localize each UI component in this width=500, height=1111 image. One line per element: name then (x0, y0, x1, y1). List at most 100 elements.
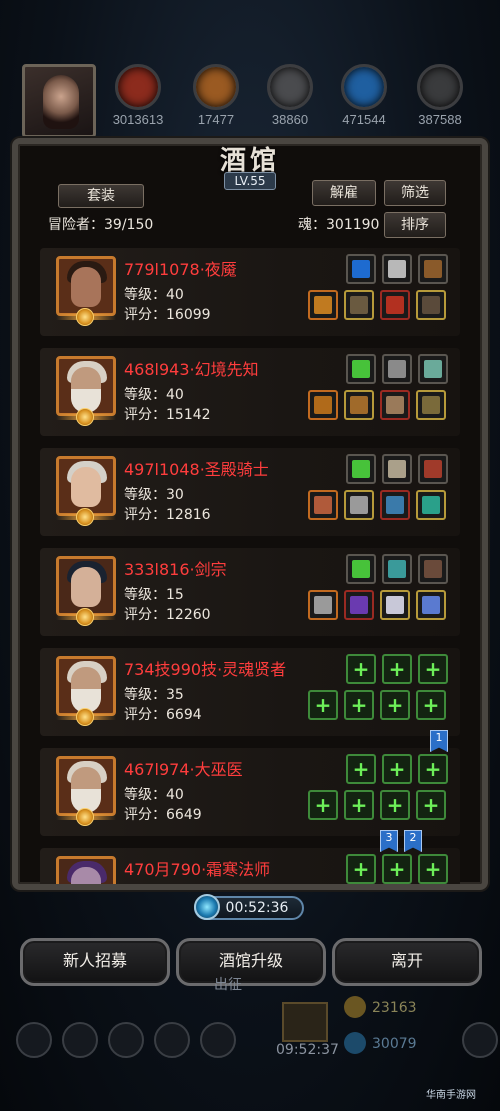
equip-slot[interactable] (380, 390, 410, 420)
empty-equip-slot[interactable]: + (382, 654, 412, 684)
equip-slot[interactable] (416, 290, 446, 320)
hero-row[interactable]: 497l1048·圣殿骑士 等级：30 评分：12816 (40, 448, 460, 536)
hero-portrait[interactable] (56, 456, 116, 516)
empty-equip-slot[interactable]: + (346, 854, 376, 884)
hero-portrait[interactable] (56, 656, 116, 716)
soul-count: 魂：301190 (298, 217, 380, 233)
equip-slot[interactable] (346, 554, 376, 584)
equip-slot[interactable] (382, 554, 412, 584)
equip-slot[interactable] (344, 490, 374, 520)
empty-equip-slot[interactable]: + (346, 654, 376, 684)
rank-gear-icon (76, 508, 94, 526)
hero-portrait[interactable] (56, 756, 116, 816)
equip-slot[interactable] (344, 590, 374, 620)
dismiss-button[interactable]: 解雇 (312, 180, 376, 206)
equip-item-icon (350, 396, 368, 414)
recruit-button[interactable]: 新人招募 (20, 938, 170, 986)
equip-item-icon (314, 396, 332, 414)
empty-equip-slot[interactable]: + (346, 754, 376, 784)
equip-slot[interactable] (308, 490, 338, 520)
equip-slot[interactable] (308, 390, 338, 420)
equip-slot[interactable] (308, 590, 338, 620)
equip-item-icon (350, 296, 368, 314)
equip-slot[interactable] (344, 390, 374, 420)
empty-equip-slot[interactable]: + (308, 790, 338, 820)
equip-slot[interactable] (380, 590, 410, 620)
hero-portrait[interactable] (56, 856, 116, 884)
equip-slot[interactable] (418, 454, 448, 484)
player-avatar[interactable] (22, 64, 96, 138)
empty-equip-slot[interactable]: + (344, 790, 374, 820)
hero-row[interactable]: 467l974·大巫医 等级：40 评分：6649 + + + + + + + (40, 748, 460, 836)
hero-name: 497l1048·圣殿骑士 (124, 460, 269, 479)
resource-1[interactable]: 3013613 (108, 64, 168, 130)
hero-score: 评分：16099 (124, 307, 211, 323)
resource-3[interactable]: 38860 (260, 64, 320, 130)
empty-equip-slot[interactable]: + (416, 690, 446, 720)
empty-equip-slot[interactable]: + (418, 754, 448, 784)
outfit-button[interactable]: 套装 (58, 184, 144, 208)
equip-slot[interactable] (382, 454, 412, 484)
plus-icon: + (424, 857, 442, 881)
hero-list[interactable]: 779l1078·夜魇 等级：40 评分：16099 468l943·幻境先知 等级：4… (40, 248, 460, 884)
hero-name: 333l816·剑宗 (124, 560, 227, 579)
equip-slot[interactable] (416, 590, 446, 620)
resource-5[interactable]: 387588 (410, 64, 470, 130)
hero-row[interactable]: 468l943·幻境先知 等级：40 评分：15142 (40, 348, 460, 436)
equip-slot[interactable] (418, 354, 448, 384)
empty-equip-slot[interactable]: + (418, 854, 448, 884)
player-face (43, 75, 79, 129)
hero-portrait[interactable] (56, 556, 116, 616)
equip-slot[interactable] (382, 354, 412, 384)
equip-slot[interactable] (416, 490, 446, 520)
resource-2[interactable]: 17477 (186, 64, 246, 130)
hero-row[interactable]: 333l816·剑宗 等级：15 评分：12260 (40, 548, 460, 636)
hero-name: 779l1078·夜魇 (124, 260, 237, 279)
sort-button[interactable]: 排序 (384, 212, 446, 238)
resource-4[interactable]: 471544 (334, 64, 394, 130)
resource-value: 3013613 (112, 112, 164, 127)
equip-slot[interactable] (346, 254, 376, 284)
leave-button[interactable]: 离开 (332, 938, 482, 986)
equip-slot[interactable] (308, 290, 338, 320)
equip-slot[interactable] (418, 254, 448, 284)
empty-equip-slot[interactable]: + (418, 654, 448, 684)
upgrade-tavern-button[interactable]: 酒馆升级 (176, 938, 326, 986)
empty-equip-slot[interactable]: + (416, 790, 446, 820)
equip-item-icon (386, 596, 404, 614)
equip-slot[interactable] (418, 554, 448, 584)
hero-portrait[interactable] (56, 256, 116, 316)
equip-slot[interactable] (382, 254, 412, 284)
empty-equip-slot[interactable]: + (380, 690, 410, 720)
equip-slot[interactable] (380, 490, 410, 520)
equip-item-icon (424, 460, 442, 478)
empty-equip-slot[interactable]: + (344, 690, 374, 720)
equip-slot[interactable] (416, 390, 446, 420)
equip-slot[interactable] (346, 354, 376, 384)
hero-row[interactable]: 470月790·霜寒法师 + + + (40, 848, 460, 884)
equip-item-icon (352, 560, 370, 578)
rank-gear-icon (76, 408, 94, 426)
equip-item-icon (424, 260, 442, 278)
equip-slot[interactable] (380, 290, 410, 320)
equip-item-icon (386, 496, 404, 514)
equip-item-icon (388, 460, 406, 478)
plus-icon: + (388, 757, 406, 781)
menu-round-icon (154, 1022, 190, 1058)
equip-item-icon (386, 296, 404, 314)
equip-slot[interactable] (344, 290, 374, 320)
equip-item-icon (386, 396, 404, 414)
empty-equip-slot[interactable]: + (382, 854, 412, 884)
hero-row[interactable]: 779l1078·夜魇 等级：40 评分：16099 (40, 248, 460, 336)
empty-equip-slot[interactable]: + (382, 754, 412, 784)
hero-level: 等级：40 (124, 787, 184, 803)
empty-equip-slot[interactable]: + (308, 690, 338, 720)
menu-round-icon (200, 1022, 236, 1058)
red-orb-icon (115, 64, 161, 110)
hero-portrait[interactable] (56, 356, 116, 416)
hero-row[interactable]: 734技990技·灵魂贤者 等级：35 评分：6694 + + + + + + + (40, 648, 460, 736)
empty-equip-slot[interactable]: + (380, 790, 410, 820)
equip-slot[interactable] (346, 454, 376, 484)
filter-button[interactable]: 筛选 (384, 180, 446, 206)
menu-round-icon (16, 1022, 52, 1058)
